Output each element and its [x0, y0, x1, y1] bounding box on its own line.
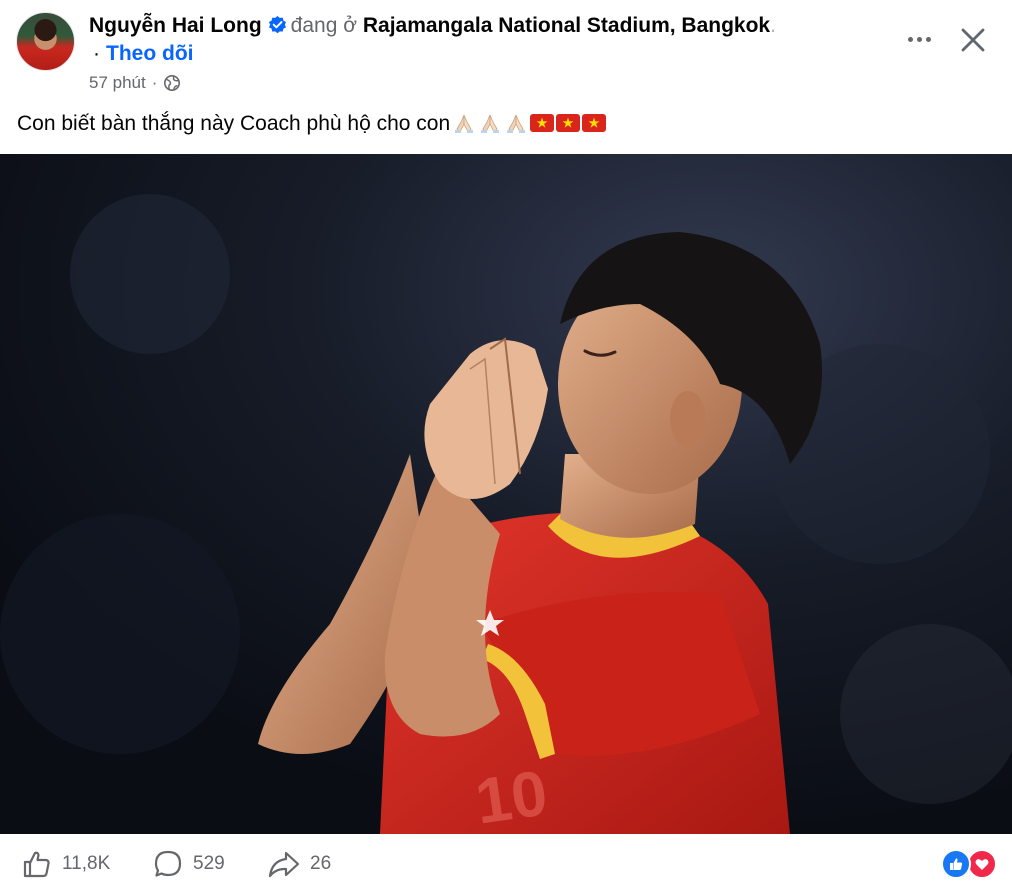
- vietnam-flag-icon: [530, 114, 555, 132]
- share-count: 26: [310, 853, 332, 874]
- author-name[interactable]: Nguyễn Hai Long: [89, 14, 262, 37]
- like-button[interactable]: 11,8K: [22, 848, 110, 880]
- love-reaction-icon: [967, 849, 997, 879]
- vietnam-flag-icon: [556, 114, 581, 132]
- post-photo[interactable]: 10: [0, 154, 1012, 834]
- globe-icon[interactable]: [163, 74, 181, 92]
- vietnam-flag-icon: [582, 114, 607, 132]
- location-prefix: đang ở: [290, 14, 357, 37]
- share-arrow-icon: [268, 851, 300, 878]
- follow-line: · Theo dõi: [93, 41, 194, 67]
- folded-hands-icon: [481, 114, 500, 133]
- post-time[interactable]: 57 phút: [89, 72, 146, 94]
- share-button[interactable]: 26: [268, 848, 331, 880]
- follow-button[interactable]: Theo dõi: [106, 42, 194, 65]
- author-line: Nguyễn Hai Long đang ở Rajamangala Natio…: [89, 13, 776, 39]
- folded-hands-icon: [455, 114, 474, 133]
- like-reaction-icon: [941, 849, 971, 879]
- comment-count: 529: [193, 853, 225, 874]
- more-options-button[interactable]: [900, 22, 938, 56]
- caption-emojis: [452, 112, 607, 134]
- author-avatar[interactable]: [16, 12, 75, 71]
- thumbs-up-icon: [23, 851, 50, 878]
- comment-bubble-icon: [154, 850, 182, 877]
- reactions-summary[interactable]: [941, 849, 999, 879]
- caption-text: Con biết bàn thắng này Coach phù hộ cho …: [17, 112, 451, 135]
- location-suffix: .: [770, 14, 776, 37]
- close-icon[interactable]: [955, 22, 991, 58]
- follow-separator: ·: [93, 42, 100, 65]
- like-count: 11,8K: [62, 853, 111, 874]
- post-actions-bar: 11,8K 529 26: [0, 834, 1012, 894]
- location-link[interactable]: Rajamangala National Stadium, Bangkok: [363, 14, 770, 37]
- svg-text:10: 10: [471, 756, 552, 834]
- more-horizontal-icon: [907, 36, 913, 42]
- post-caption: Con biết bàn thắng này Coach phù hộ cho …: [17, 110, 607, 138]
- post-header: Nguyễn Hai Long đang ở Rajamangala Natio…: [0, 0, 1012, 100]
- more-dot: [925, 36, 931, 42]
- comment-button[interactable]: 529: [153, 848, 225, 880]
- verified-badge-icon: [268, 15, 286, 34]
- more-dot: [916, 36, 922, 42]
- player-praying-image: 10: [0, 154, 1012, 834]
- meta-separator: ·: [151, 73, 158, 92]
- post-meta: 57 phút ·: [89, 72, 181, 94]
- folded-hands-icon: [507, 114, 526, 133]
